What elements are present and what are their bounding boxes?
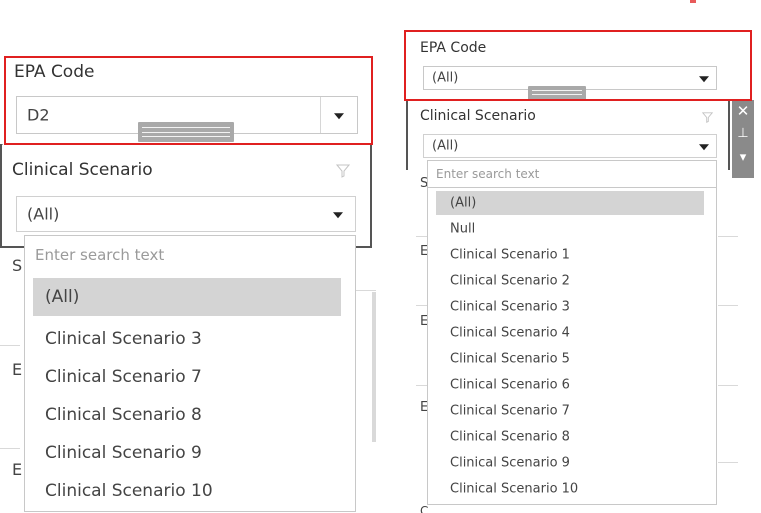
- left-bg-divider-1: [0, 345, 20, 346]
- left-bg-letter-2: E: [12, 360, 23, 379]
- list-item[interactable]: Clinical Scenario 8: [33, 396, 341, 434]
- left-bg-letter-3: E: [12, 460, 23, 479]
- right-bg-bottom-text: C: [420, 504, 429, 513]
- left-bg-divider-2: [0, 448, 20, 449]
- left-clinical-label: Clinical Scenario: [12, 160, 153, 180]
- left-clinical-combobox[interactable]: (All): [16, 196, 356, 232]
- left-bg-letter-1: S: [12, 256, 23, 275]
- right-side-toolbar: ✕ ⊥ ▾: [732, 100, 754, 178]
- left-clinical-value: (All): [27, 204, 60, 224]
- top-accent-mark: [690, 0, 696, 3]
- list-item[interactable]: (All): [436, 191, 704, 215]
- right-filter-panel: S E E E C EPA Code (All) Clinical Scenar…: [376, 0, 761, 513]
- right-clinical-label: Clinical Scenario: [420, 108, 536, 124]
- filter-funnel-icon[interactable]: [336, 164, 350, 178]
- filter-funnel-icon[interactable]: [702, 112, 713, 123]
- right-bg-divider-5: [718, 305, 738, 306]
- list-item[interactable]: Clinical Scenario 3: [436, 295, 704, 319]
- list-item[interactable]: Clinical Scenario 3: [33, 320, 341, 358]
- left-epa-highlight: [4, 56, 373, 145]
- right-search-input[interactable]: Enter search text: [427, 160, 717, 188]
- right-clinical-value: (All): [432, 138, 459, 154]
- list-item[interactable]: Clinical Scenario 10: [436, 477, 704, 501]
- left-options-list: (All) Clinical Scenario 3 Clinical Scena…: [24, 274, 356, 512]
- list-item[interactable]: Clinical Scenario 6: [436, 373, 704, 397]
- dropdown-arrow-icon: [699, 144, 709, 151]
- list-item[interactable]: Clinical Scenario 1: [436, 243, 704, 267]
- list-item[interactable]: Clinical Scenario 4: [436, 321, 704, 345]
- left-card-border-bottom-right: [354, 246, 372, 248]
- right-clinical-combobox[interactable]: (All): [423, 134, 717, 158]
- list-item[interactable]: Clinical Scenario 7: [33, 358, 341, 396]
- left-filter-panel: S E E EPA Code D2 Clinical Scenario (All…: [0, 0, 376, 513]
- list-item[interactable]: Clinical Scenario 2: [436, 269, 704, 293]
- list-item[interactable]: Clinical Scenario 8: [436, 425, 704, 449]
- right-clinical-arrow[interactable]: [692, 135, 716, 157]
- list-item[interactable]: Clinical Scenario 7: [436, 399, 704, 423]
- left-card-border-left: [0, 144, 2, 248]
- pin-icon[interactable]: ⊥: [732, 126, 754, 141]
- right-card-border-left: [406, 100, 408, 170]
- left-bg-divider-3: [355, 290, 376, 291]
- right-bg-divider-4: [718, 236, 738, 237]
- menu-arrow-icon[interactable]: ▾: [732, 150, 754, 165]
- dropdown-arrow-icon: [333, 212, 343, 219]
- list-item[interactable]: Clinical Scenario 9: [33, 434, 341, 472]
- right-options-list: (All) Null Clinical Scenario 1 Clinical …: [427, 188, 717, 505]
- right-card-border-right: [728, 100, 730, 170]
- right-bg-divider-7: [718, 462, 738, 463]
- left-search-placeholder: Enter search text: [35, 246, 165, 264]
- list-item[interactable]: Clinical Scenario 10: [33, 472, 341, 510]
- list-item[interactable]: Null: [436, 217, 704, 241]
- list-item[interactable]: (All): [33, 278, 341, 316]
- right-bg-divider-6: [718, 385, 738, 386]
- list-item[interactable]: Clinical Scenario 5: [436, 347, 704, 371]
- left-search-input[interactable]: Enter search text: [24, 235, 356, 275]
- left-card-border-right: [370, 144, 372, 248]
- left-clinical-arrow[interactable]: [321, 197, 355, 231]
- right-epa-highlight: [404, 30, 752, 101]
- list-item[interactable]: Clinical Scenario 9: [436, 451, 704, 475]
- right-search-placeholder: Enter search text: [436, 167, 540, 181]
- close-icon[interactable]: ✕: [732, 102, 754, 120]
